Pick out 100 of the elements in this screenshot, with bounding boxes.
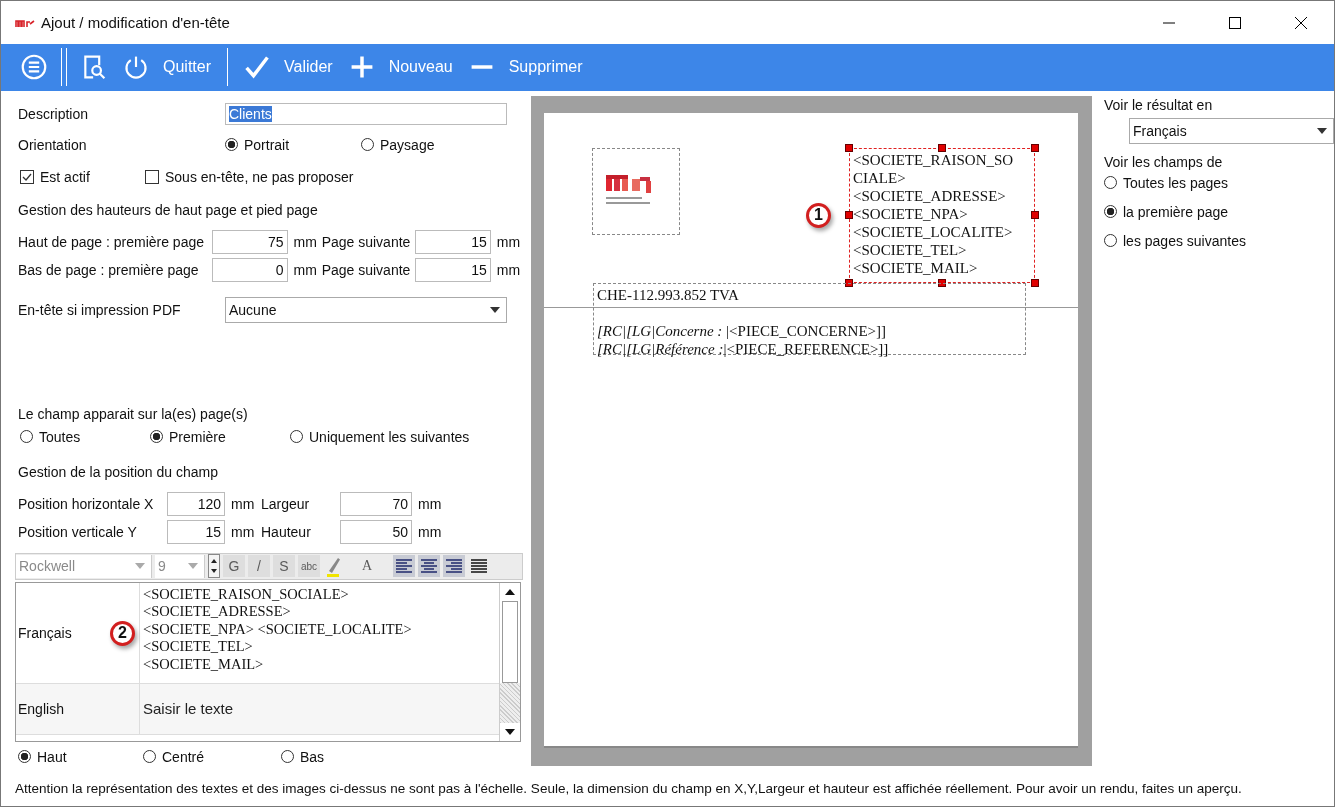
- language-dropdown[interactable]: Français: [1129, 117, 1334, 144]
- radio-label[interactable]: Portrait: [244, 136, 290, 153]
- radio-button[interactable]: [143, 750, 156, 764]
- radio-button[interactable]: [150, 430, 163, 444]
- callout-badge: 1: [806, 202, 831, 228]
- radio-button[interactable]: [1104, 205, 1117, 219]
- radio-button[interactable]: [290, 430, 303, 444]
- unit-label: mm: [230, 523, 256, 540]
- scroll-up-icon[interactable]: [505, 588, 515, 595]
- field-label: Position verticale Y: [17, 523, 138, 540]
- preview-text-line: <SOCIETE_MAIL>: [853, 258, 979, 277]
- radio-button[interactable]: [20, 430, 33, 444]
- new-button[interactable]: Nouveau: [340, 47, 461, 88]
- number-field[interactable]: 15: [167, 519, 225, 544]
- radio-button[interactable]: [281, 750, 294, 764]
- delete-button[interactable]: Supprimer: [460, 47, 591, 88]
- field-label: Haut de page : première page: [17, 233, 205, 250]
- checkbox[interactable]: Sous en-tête, ne pas proposer: [145, 168, 354, 185]
- validate-button[interactable]: Valider: [236, 47, 341, 88]
- resize-handle[interactable]: [845, 143, 853, 152]
- resize-handle[interactable]: [1031, 278, 1039, 287]
- preview-text-line: <SOCIETE_NPA>: [853, 204, 969, 223]
- text-editor[interactable]: <SOCIETE_RAISON_SOCIALE> <SOCIETE_ADRESSE> <SOCIETE_NPA> <SOCIETE_LOCALITE> <SOCIETE_TEL> <SOCIETE_MAIL>: [140, 582, 412, 683]
- menu-icon[interactable]: [21, 54, 47, 81]
- radio-label[interactable]: Centré: [162, 748, 205, 765]
- unit-label: mm: [495, 261, 522, 278]
- pdf-header-dropdown[interactable]: Aucune: [225, 296, 507, 323]
- window-title: Ajout / modification d'en-tête: [41, 14, 230, 32]
- radio-label[interactable]: Première: [169, 428, 226, 445]
- unit-label: mm: [292, 233, 318, 250]
- callout-badge: 2: [110, 620, 135, 646]
- close-icon[interactable]: [1295, 16, 1307, 29]
- number-field[interactable]: 50: [340, 519, 412, 544]
- checkmark-icon[interactable]: [244, 54, 270, 81]
- description-field[interactable]: Clients: [225, 102, 507, 125]
- radio-button[interactable]: [225, 138, 238, 152]
- section-heading: Gestion des hauteurs de haut page et pied page: [18, 201, 318, 218]
- field-label: Orientation: [17, 136, 88, 153]
- number-field[interactable]: 70: [340, 491, 412, 516]
- section-heading: Gestion de la position du champ: [18, 463, 218, 480]
- logo-field[interactable]: [592, 147, 680, 235]
- scroll-down-icon[interactable]: [505, 728, 515, 735]
- radio-label[interactable]: Haut: [37, 748, 67, 765]
- radio-label[interactable]: Uniquement les suivantes: [309, 428, 470, 445]
- field-label: En-tête si impression PDF: [17, 301, 182, 318]
- number-field[interactable]: 15: [415, 257, 491, 282]
- field-label: Voir le résultat en: [1104, 96, 1213, 113]
- preview-text-line: [RC|[LG|Concerne : |<PIECE_CONCERNE>]]: [597, 321, 887, 340]
- field-label: Largeur: [261, 495, 311, 512]
- dropdown-arrow-icon[interactable]: [1317, 127, 1327, 134]
- resize-handle[interactable]: [1031, 143, 1039, 152]
- radio-label[interactable]: Bas: [300, 748, 325, 765]
- resize-handle[interactable]: [938, 278, 946, 287]
- unit-label: mm: [417, 495, 443, 512]
- radio-label[interactable]: les pages suivantes: [1123, 232, 1246, 249]
- preview-text-line: <SOCIETE_LOCALITE>: [853, 222, 1014, 241]
- radio-button[interactable]: [18, 750, 31, 764]
- preview-text-line: [RC|[LG|Référence :|<PIECE_REFERENCE>]]: [597, 339, 890, 358]
- field-label: Page suivante: [321, 233, 412, 250]
- radio-label[interactable]: la première page: [1123, 203, 1229, 220]
- power-icon[interactable]: [123, 54, 149, 81]
- text-editor[interactable]: Saisir le texte: [140, 683, 234, 734]
- resize-handle[interactable]: [1031, 211, 1039, 220]
- dropdown-arrow-icon[interactable]: [490, 306, 500, 313]
- unit-label: mm: [495, 233, 522, 250]
- unit-label: mm: [230, 495, 256, 512]
- preview-text-line: <SOCIETE_RAISON_SO: [853, 150, 1015, 169]
- number-field[interactable]: 0: [212, 257, 288, 282]
- resize-handle[interactable]: [845, 211, 853, 220]
- radio-label[interactable]: Toutes les pages: [1123, 174, 1229, 191]
- search-icon[interactable]: [81, 54, 107, 81]
- section-heading: Le champ apparait sur la(es) page(s): [18, 405, 248, 422]
- number-field[interactable]: 120: [167, 491, 225, 516]
- maximize-icon[interactable]: [1229, 16, 1241, 29]
- field-label: Position horizontale X: [17, 495, 155, 512]
- unit-label: mm: [292, 261, 318, 278]
- number-field[interactable]: 75: [212, 229, 288, 254]
- number-field[interactable]: 15: [415, 229, 491, 254]
- radio-button[interactable]: [361, 138, 374, 152]
- radio-label[interactable]: Toutes: [39, 428, 81, 445]
- app-logo-icon: [15, 17, 35, 28]
- radio-button[interactable]: [1104, 176, 1117, 190]
- checkbox[interactable]: Est actif: [20, 168, 145, 185]
- preview-text-line: CHE-112.993.852 TVA: [597, 285, 740, 304]
- text-field-block[interactable]: CHE-112.993.852 TVA [RC|[LG|Concerne : |<PIECE_CONCERNE>]] [RC|[LG|Référence :|<PIECE_REFERENCE>]]: [593, 282, 1026, 355]
- preview-text-line: <SOCIETE_TEL>: [853, 240, 968, 259]
- language-cell: English: [16, 683, 140, 734]
- field-label: Page suivante: [321, 261, 412, 278]
- resize-handle[interactable]: [845, 278, 853, 287]
- radio-button[interactable]: [1104, 234, 1117, 248]
- field-label: Bas de page : première page: [17, 261, 200, 278]
- resize-handle[interactable]: [938, 143, 946, 152]
- scrollbar[interactable]: [499, 582, 520, 741]
- preview-text-line: CIALE>: [853, 168, 907, 187]
- field-label: Hauteur: [261, 523, 312, 540]
- field-label: Voir les champs de: [1104, 153, 1223, 170]
- status-note: Attention la représentation des textes et des images ci-dessus ne sont pas à l'échelle. Seule, la dimension du champ en X,Y,Largeur et hauteur est affichée réellement. Pour avoir un rendu, faites un aperçu.: [14, 780, 1243, 799]
- radio-label[interactable]: Paysage: [380, 136, 435, 153]
- unit-label: mm: [417, 523, 443, 540]
- quit-button[interactable]: Quitter: [115, 47, 219, 88]
